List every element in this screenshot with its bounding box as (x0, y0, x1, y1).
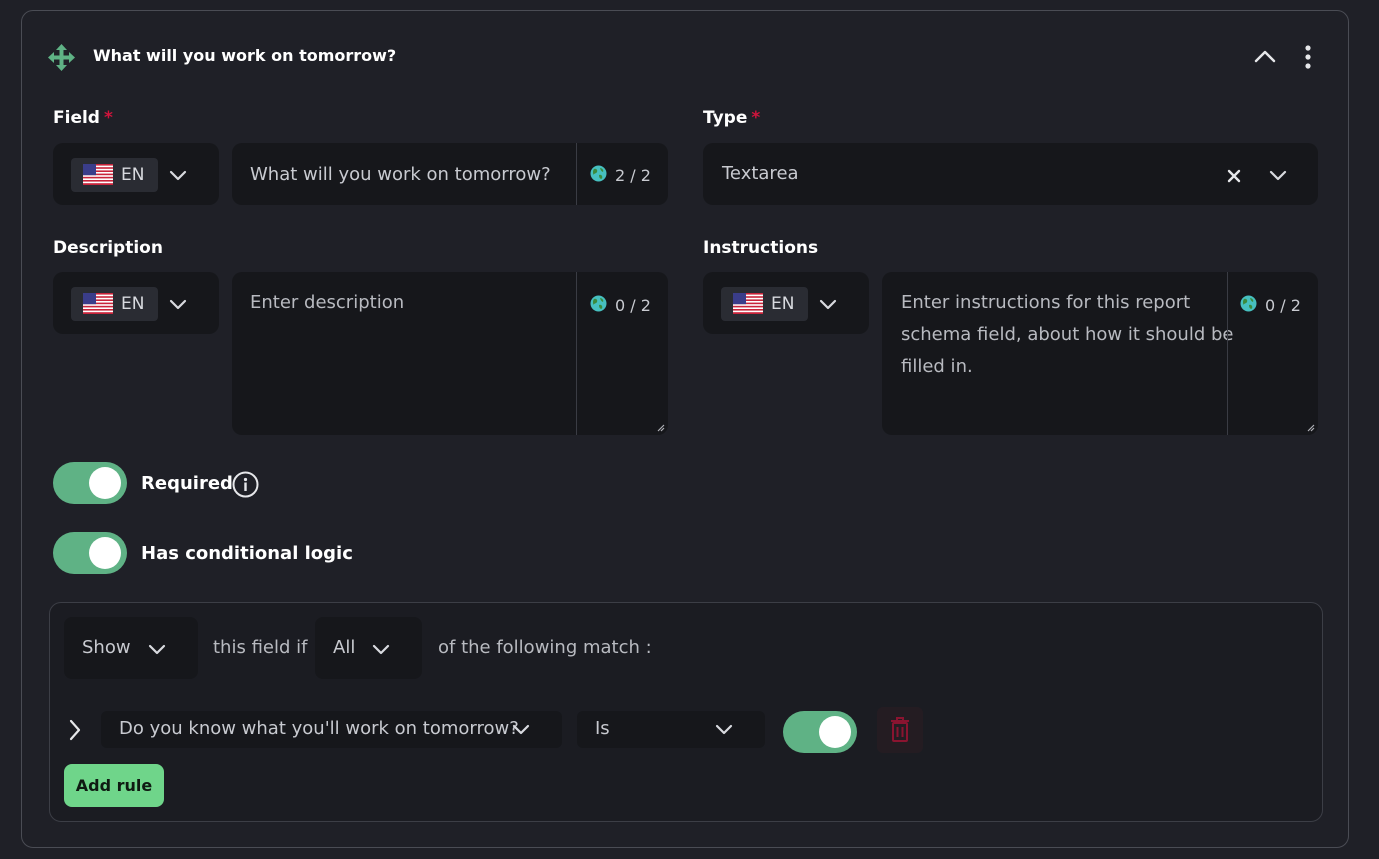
rule-operator-select[interactable]: Is (577, 711, 765, 748)
type-value: Textarea (722, 163, 799, 184)
resize-handle-icon[interactable] (657, 424, 665, 432)
instructions-placeholder-line: Enter instructions for this report (901, 292, 1191, 313)
language-code: EN (121, 165, 145, 185)
type-label: Type * (703, 108, 761, 128)
logic-text-mid: this field if (213, 637, 308, 658)
field-label: Field * (53, 108, 113, 128)
trash-icon (891, 717, 909, 742)
add-rule-button[interactable]: Add rule (64, 764, 164, 807)
globe-icon (590, 165, 607, 182)
description-placeholder: Enter description (250, 292, 405, 313)
chevron-down-icon[interactable] (169, 170, 187, 182)
instructions-placeholder-line: filled in. (901, 356, 973, 377)
resize-handle-icon[interactable] (1307, 424, 1315, 432)
us-flag-icon (83, 293, 113, 314)
match-value: All (333, 637, 356, 658)
field-translation-counter: 2 / 2 (615, 166, 651, 185)
match-select[interactable]: All (315, 617, 422, 679)
description-translation-counter: 0 / 2 (615, 296, 651, 315)
required-toggle[interactable] (53, 462, 127, 504)
more-vertical-icon[interactable] (1302, 44, 1314, 70)
rule-value-toggle[interactable] (783, 711, 857, 753)
rule-operator-value: Is (595, 718, 610, 739)
action-select[interactable]: Show (64, 617, 198, 679)
rule-question-value: Do you know what you'll work on tomorrow… (119, 718, 519, 739)
chevron-up-icon[interactable] (1254, 48, 1276, 64)
chevron-down-icon[interactable] (148, 644, 166, 656)
globe-icon (1240, 295, 1257, 312)
required-label: Required (141, 473, 233, 494)
language-code: EN (771, 294, 795, 314)
instructions-placeholder-line: schema field, about how it should be (901, 324, 1234, 345)
description-label: Description (53, 238, 163, 258)
info-icon[interactable] (232, 471, 259, 498)
chevron-down-icon[interactable] (715, 724, 733, 736)
card-title: What will you work on tomorrow? (93, 46, 397, 65)
clear-icon[interactable] (1227, 169, 1241, 183)
chevron-right-icon[interactable] (68, 719, 82, 741)
chevron-down-icon[interactable] (169, 299, 187, 311)
action-value: Show (82, 637, 131, 658)
logic-text-end: of the following match : (438, 637, 652, 658)
instructions-textarea[interactable]: Enter instructions for this report schem… (882, 272, 1318, 435)
required-asterisk: * (751, 108, 761, 128)
description-textarea[interactable]: Enter description 0 / 2 (232, 272, 668, 435)
toggle-knob (819, 716, 851, 748)
toggle-knob (89, 467, 121, 499)
chevron-down-icon[interactable] (819, 299, 837, 311)
language-code: EN (121, 294, 145, 314)
chevron-down-icon[interactable] (1269, 170, 1287, 182)
instructions-language-select[interactable]: EN (703, 272, 869, 334)
rule-question-select[interactable]: Do you know what you'll work on tomorrow… (101, 711, 562, 748)
conditional-logic-toggle[interactable] (53, 532, 127, 574)
toggle-knob (89, 537, 121, 569)
move-icon[interactable] (48, 44, 75, 71)
chevron-down-icon[interactable] (512, 724, 530, 736)
field-name-value: What will you work on tomorrow? (250, 164, 551, 185)
description-language-select[interactable]: EN (53, 272, 219, 334)
instructions-label: Instructions (703, 238, 819, 258)
us-flag-icon (733, 293, 763, 314)
field-language-select[interactable]: EN (53, 143, 219, 205)
type-select[interactable]: Textarea (703, 143, 1318, 205)
globe-icon (590, 295, 607, 312)
instructions-translation-counter: 0 / 2 (1265, 296, 1301, 315)
delete-rule-button[interactable] (877, 707, 923, 753)
required-asterisk: * (103, 108, 113, 128)
conditional-logic-label: Has conditional logic (141, 543, 353, 564)
us-flag-icon (83, 164, 113, 185)
chevron-down-icon[interactable] (372, 644, 390, 656)
field-name-input[interactable]: What will you work on tomorrow? 2 / 2 (232, 143, 668, 205)
